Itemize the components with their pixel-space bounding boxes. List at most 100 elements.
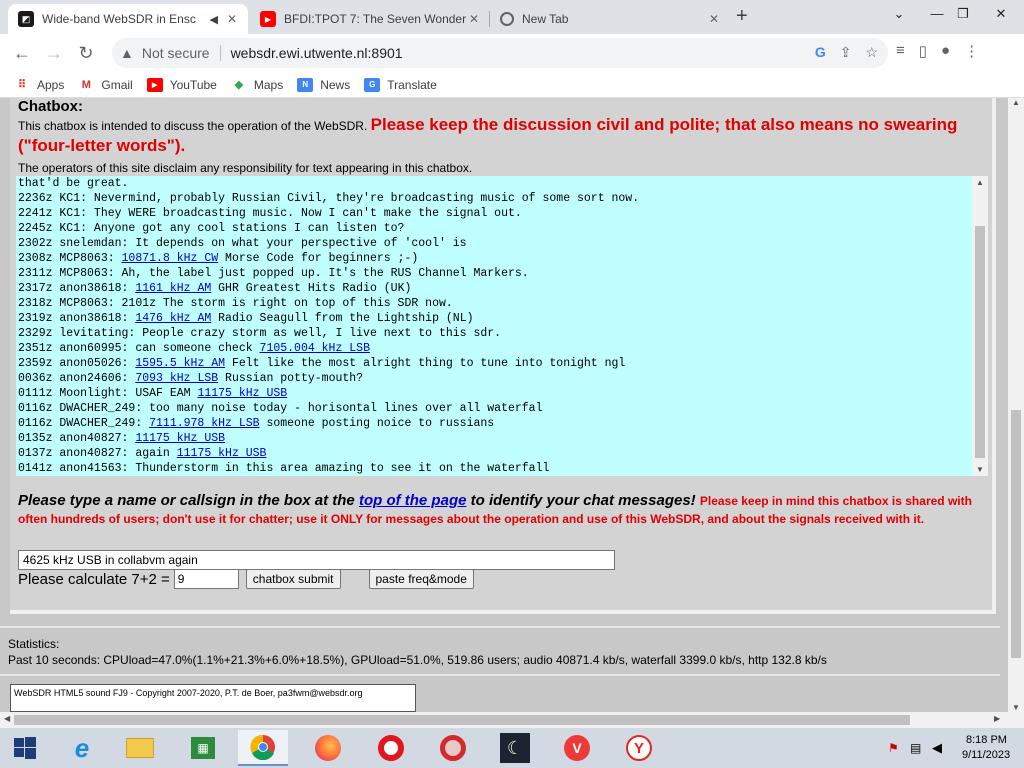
chat-line-text: 0116z DWACHER_249: <box>18 417 150 430</box>
chat-line-text: 2308z MCP8063: <box>18 252 122 265</box>
windows-logo-icon <box>14 737 36 759</box>
chat-line: 2302z snelemdan: It depends on what your… <box>18 236 972 251</box>
tab-new-tab[interactable]: New Tab ✕ <box>490 4 730 34</box>
captcha-input[interactable] <box>173 569 239 589</box>
chat-line-text: 0036z anon24606: <box>18 372 136 385</box>
chat-log-scrollbar[interactable]: ▲ ▼ <box>972 176 988 476</box>
scroll-up-arrow-icon[interactable]: ▲ <box>1008 98 1024 107</box>
system-tray: ⚑ ▤ ◀ 8:18 PM 9/11/2023 <box>868 732 1018 764</box>
scrollbar-thumb[interactable] <box>1011 410 1021 658</box>
opera-icon[interactable] <box>366 730 416 766</box>
chat-line: 0137z anon40827: again 11175 kHz USB <box>18 446 972 461</box>
frequency-link[interactable]: 1476 kHz AM <box>135 312 211 325</box>
news-icon: N <box>297 77 314 92</box>
close-window-button[interactable]: ✕ <box>978 0 1024 28</box>
chat-log[interactable]: that'd be great. 2236z KC1: Nevermind, pr… <box>16 176 972 476</box>
chat-line: 0116z DWACHER_249: too many noise today … <box>18 401 972 416</box>
bookmark-youtube[interactable]: ▶ YouTube <box>146 77 217 92</box>
yandex-browser-icon[interactable]: Y <box>614 730 664 766</box>
chat-line: 2311z MCP8063: Ah, the label just popped… <box>18 266 972 281</box>
bookmark-label: Gmail <box>101 77 133 92</box>
warning-triangle-icon[interactable]: ▲ <box>120 45 134 61</box>
chat-line-text: Morse Code for beginners ;-) <box>218 252 419 265</box>
browser-toolbar: ← → ↻ ▲ Not secure websdr.ewi.utwente.nl… <box>0 34 1024 72</box>
clock-date[interactable]: 9/11/2023 <box>962 749 1010 761</box>
bookmark-gmail[interactable]: M Gmail <box>78 77 133 92</box>
bookmark-maps[interactable]: ◆ Maps <box>231 78 284 92</box>
captcha-label: Please calculate 7+2 = <box>18 570 170 588</box>
chat-line: 2359z anon05026: 1595.5 kHz AM Felt like… <box>18 356 972 371</box>
menu-kebab-icon[interactable]: ⋮ <box>964 42 979 60</box>
chat-line: 0141z anon41563: Thunderstorm in this ar… <box>18 461 972 476</box>
bookmark-apps[interactable]: ⠿ Apps <box>14 78 64 92</box>
back-button[interactable]: ← <box>6 43 38 64</box>
frequency-link[interactable]: 11175 kHz USB <box>197 387 287 400</box>
chrome-taskbar-icon[interactable] <box>238 730 288 766</box>
chatbox-submit-button[interactable]: chatbox submit <box>245 569 341 589</box>
side-panel-icon[interactable]: ▯ <box>919 42 927 60</box>
horizontal-scrollbar[interactable]: ◀ ▶ <box>0 712 1024 728</box>
microsoft-store-icon[interactable]: ▦ <box>178 730 228 766</box>
share-icon[interactable]: ⇪ <box>840 44 852 61</box>
media-control-icon[interactable]: ≡ <box>896 42 905 60</box>
frequency-link[interactable]: 1161 kHz AM <box>135 282 211 295</box>
tab-youtube[interactable]: ▶ BFDI:TPOT 7: The Seven Wonders ✕ <box>250 4 490 34</box>
tab-websdr[interactable]: ◩ Wide-band WebSDR in Ensc ◀ ✕ <box>8 4 248 34</box>
frequency-link[interactable]: 7105.004 kHz LSB <box>260 342 370 355</box>
action-center-flag-icon[interactable]: ⚑ <box>888 741 899 755</box>
page-scrollbar[interactable]: ▲ ▼ <box>1008 98 1024 712</box>
close-icon[interactable]: ✕ <box>466 12 482 26</box>
chat-line-text: 2245z KC1: Anyone got any cool stations … <box>18 222 405 235</box>
frequency-link[interactable]: 10871.8 kHz CW <box>122 252 219 265</box>
chat-line: 0135z anon40827: 11175 kHz USB <box>18 431 972 446</box>
bookmark-news[interactable]: N News <box>297 77 350 92</box>
scrollbar-thumb[interactable] <box>14 715 910 725</box>
scroll-down-arrow-icon[interactable]: ▼ <box>1008 703 1024 712</box>
chat-line: 0036z anon24606: 7093 kHz LSB Russian po… <box>18 371 972 386</box>
frequency-link[interactable]: 7093 kHz LSB <box>135 372 218 385</box>
clock-time[interactable]: 8:18 PM <box>966 734 1007 746</box>
reload-button[interactable]: ↻ <box>70 43 102 64</box>
volume-muted-icon[interactable]: ◀ <box>932 740 942 756</box>
network-icon[interactable]: ▤ <box>910 741 921 755</box>
speaker-icon[interactable]: ◀ <box>210 13 218 26</box>
start-button[interactable] <box>0 730 50 766</box>
scroll-left-arrow-icon[interactable]: ◀ <box>4 714 10 723</box>
statistics-text: Past 10 seconds: CPUload=47.0%(1.1%+21.3… <box>8 653 827 667</box>
scroll-up-arrow-icon[interactable]: ▲ <box>972 178 988 187</box>
night-app-icon[interactable]: ☾ <box>490 730 540 766</box>
scroll-down-arrow-icon[interactable]: ▼ <box>972 465 988 474</box>
youtube-icon: ▶ <box>260 11 276 27</box>
frequency-link[interactable]: 7111.978 kHz LSB <box>149 417 259 430</box>
new-tab-button[interactable]: + <box>736 5 748 28</box>
internet-explorer-icon[interactable]: e <box>57 730 107 766</box>
tab-title: Wide-band WebSDR in Ensc <box>42 12 196 26</box>
google-icon[interactable]: G <box>815 44 826 61</box>
top-of-page-link[interactable]: top of the page <box>359 492 467 509</box>
close-icon[interactable]: ✕ <box>706 12 722 26</box>
chat-message-input[interactable] <box>18 550 615 570</box>
star-icon[interactable]: ☆ <box>865 44 878 61</box>
tab-title: BFDI:TPOT 7: The Seven Wonders <box>284 12 466 26</box>
chat-line: 2308z MCP8063: 10871.8 kHz CW Morse Code… <box>18 251 972 266</box>
profile-avatar-icon[interactable]: ● <box>941 42 950 60</box>
frequency-link[interactable]: 11175 kHz USB <box>135 432 225 445</box>
scroll-right-arrow-icon[interactable]: ▶ <box>994 714 1000 723</box>
windows-taskbar: e ▦ ☾ V Y ⚑ ▤ ◀ 8:18 PM 9/11/2023 <box>0 728 1024 768</box>
statistics-label: Statistics: <box>8 637 60 651</box>
vivaldi-icon[interactable]: V <box>552 730 602 766</box>
file-explorer-icon[interactable] <box>115 730 165 766</box>
url-text[interactable]: websdr.ewi.utwente.nl:8901 <box>231 45 403 61</box>
frequency-link[interactable]: 11175 kHz USB <box>177 447 267 460</box>
scrollbar-thumb[interactable] <box>975 226 985 458</box>
forward-button[interactable]: → <box>38 43 70 64</box>
opera-gx-icon[interactable] <box>428 730 478 766</box>
paste-freq-mode-button[interactable]: paste freq&mode <box>368 569 474 589</box>
chat-line: 0111z Moonlight: USAF EAM 11175 kHz USB <box>18 386 972 401</box>
bookmark-label: YouTube <box>169 77 217 92</box>
close-icon[interactable]: ✕ <box>224 12 240 26</box>
address-bar[interactable]: ▲ Not secure websdr.ewi.utwente.nl:8901 … <box>112 38 888 68</box>
frequency-link[interactable]: 1595.5 kHz AM <box>135 357 225 370</box>
bookmark-translate[interactable]: G Translate <box>364 77 437 92</box>
firefox-icon[interactable] <box>303 730 353 766</box>
